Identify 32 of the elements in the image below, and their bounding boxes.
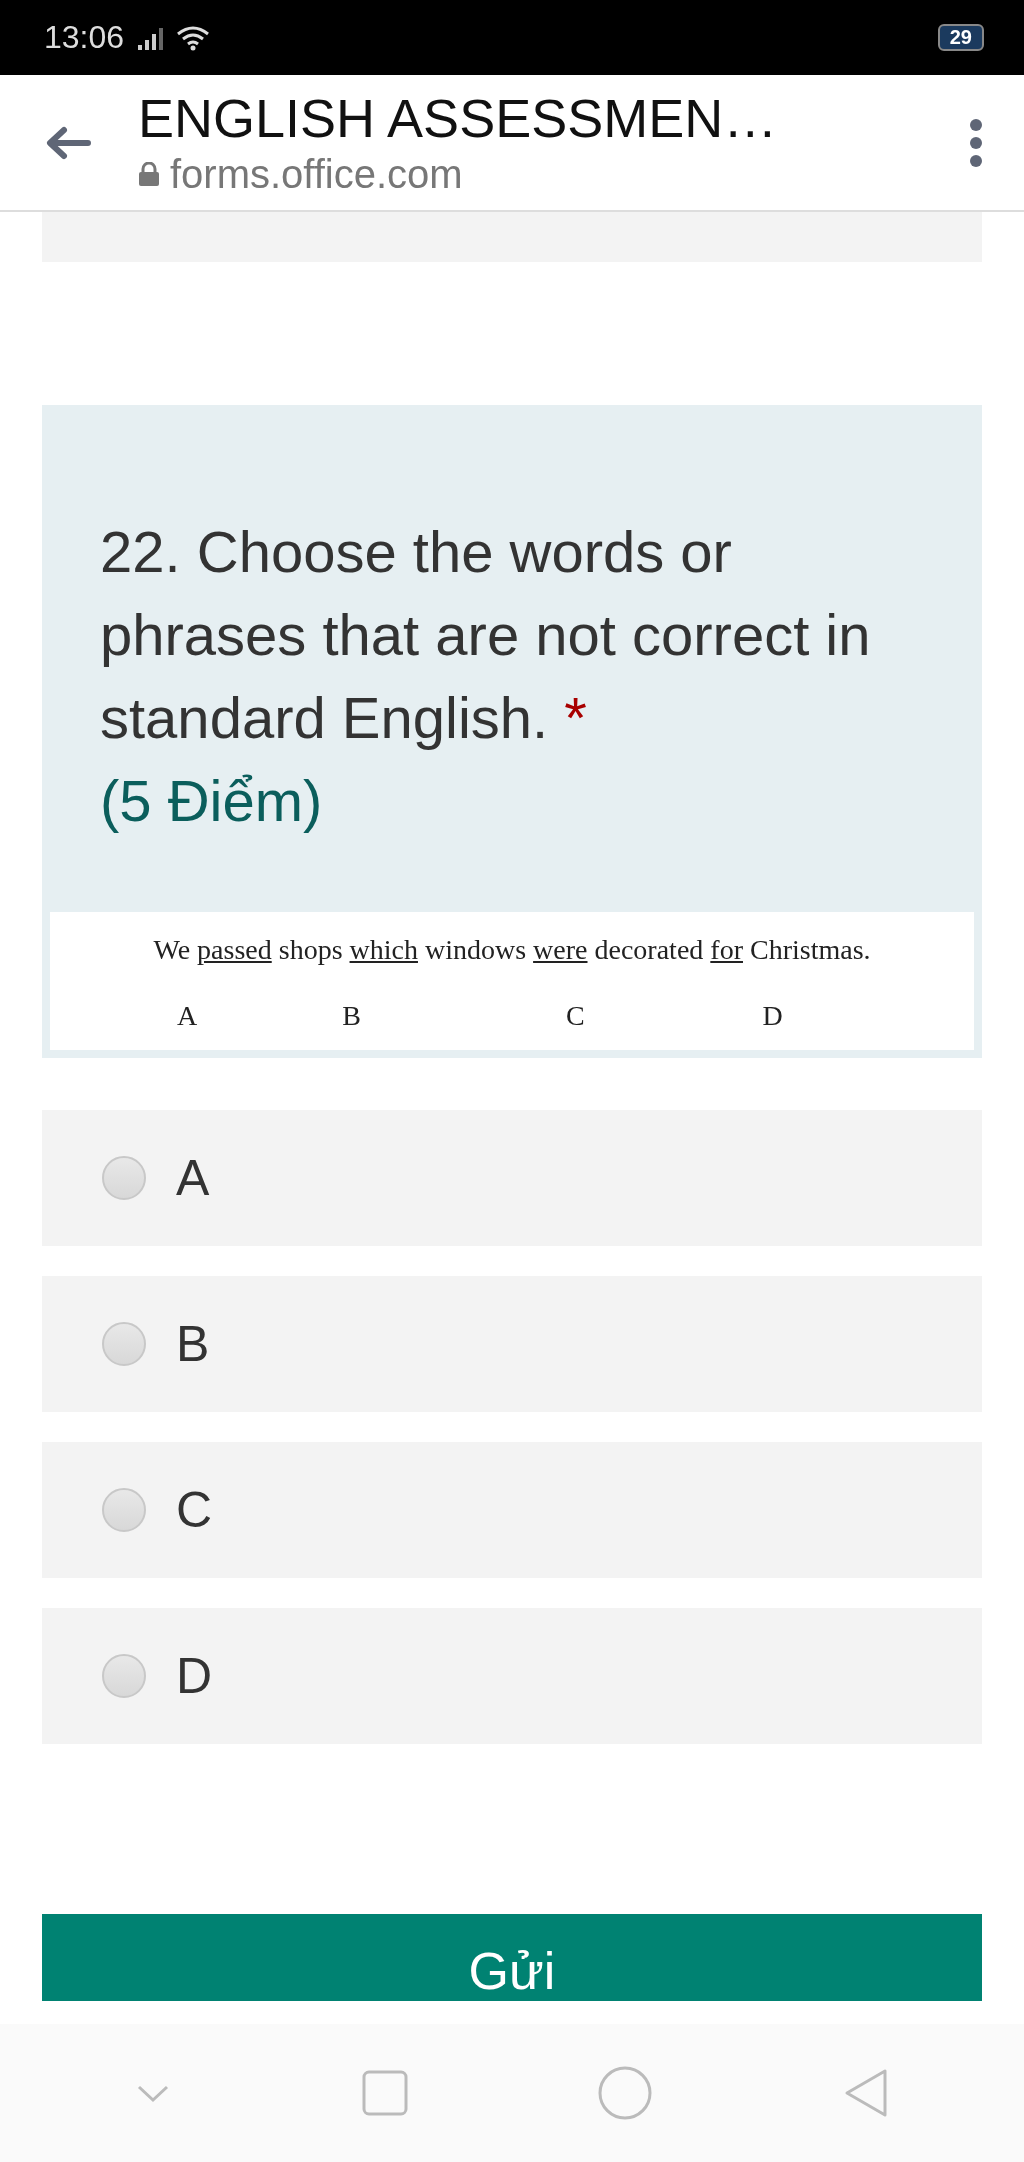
radio-button[interactable] bbox=[102, 1322, 146, 1366]
more-options-icon[interactable] bbox=[968, 118, 984, 167]
answer-letter: A bbox=[177, 1000, 198, 1032]
answer-letter: D bbox=[762, 1000, 783, 1032]
radio-button[interactable] bbox=[102, 1156, 146, 1200]
submit-button[interactable]: Gửi bbox=[42, 1914, 982, 2001]
option-card[interactable]: B bbox=[42, 1276, 982, 1412]
required-mark: * bbox=[564, 685, 587, 750]
option-card[interactable]: D bbox=[42, 1608, 982, 1744]
points-label: (5 Điểm) bbox=[99, 767, 324, 835]
option-card[interactable]: C bbox=[42, 1442, 982, 1578]
page-url: forms.office.com bbox=[170, 152, 463, 197]
back-arrow-icon[interactable] bbox=[44, 124, 92, 161]
option-label: C bbox=[176, 1481, 213, 1539]
battery-indicator: 29 bbox=[937, 24, 984, 51]
recent-apps-icon[interactable] bbox=[361, 2070, 408, 2116]
answer-letter: C bbox=[565, 1000, 585, 1032]
radio-button[interactable] bbox=[102, 1488, 146, 1532]
radio-button[interactable] bbox=[102, 1654, 146, 1698]
option-label: D bbox=[176, 1647, 213, 1705]
option-card[interactable]: A bbox=[42, 1110, 982, 1246]
sentence: We passed shops which windows were decorated for Christmas. bbox=[152, 934, 872, 966]
option-card[interactable] bbox=[42, 212, 982, 262]
lock-icon bbox=[138, 162, 160, 187]
clock: 13:06 bbox=[44, 19, 125, 56]
answer-letter: B bbox=[342, 1000, 361, 1032]
wifi-icon bbox=[176, 24, 211, 51]
option-label: A bbox=[176, 1149, 210, 1207]
question-text: 22. Choose the words or phrases that are not correct in standard English. * bbox=[99, 518, 872, 752]
option-label: B bbox=[176, 1315, 210, 1373]
page-title: ENGLISH ASSESSMEN… bbox=[138, 88, 779, 149]
home-icon[interactable] bbox=[598, 2066, 653, 2120]
